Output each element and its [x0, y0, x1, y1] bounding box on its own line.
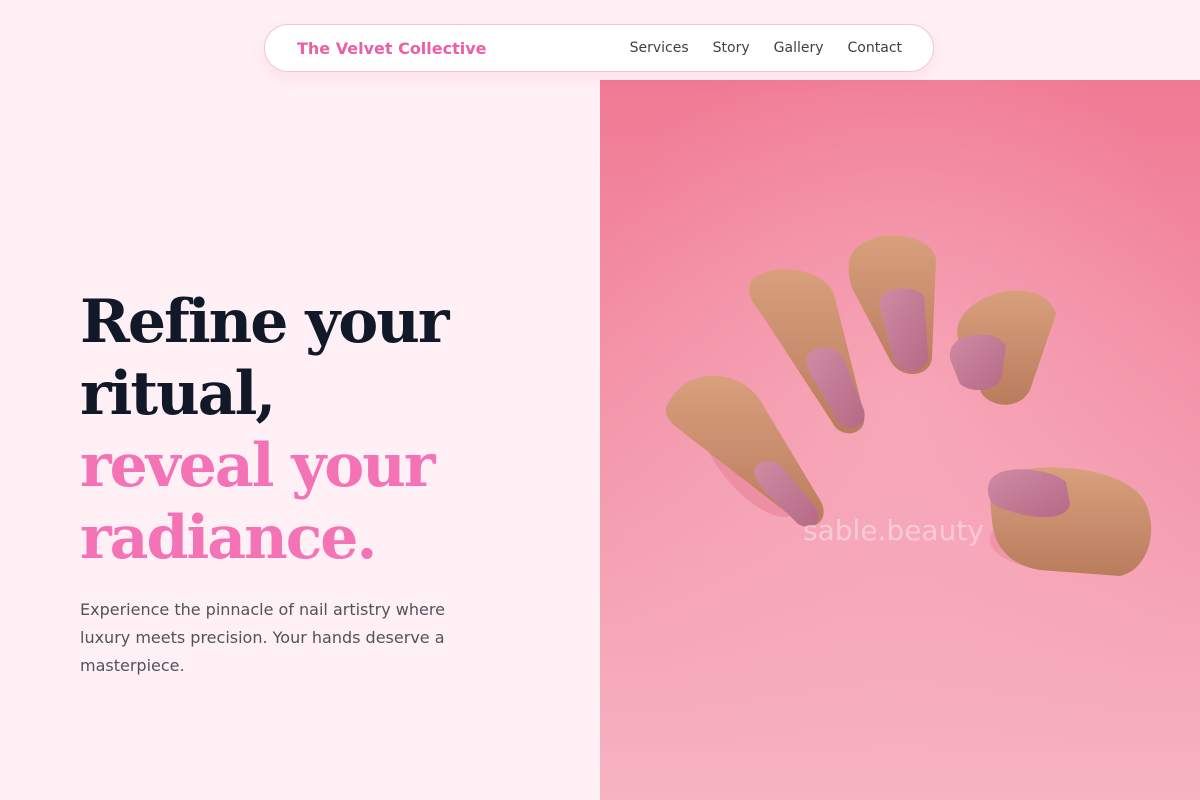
- brand-logo-link[interactable]: The Velvet Collective: [297, 39, 487, 58]
- image-watermark: sable.beauty: [803, 514, 984, 547]
- hero-headline: Refine your ritual, reveal your radiance…: [80, 286, 540, 574]
- nav-link-services[interactable]: Services: [630, 40, 689, 56]
- top-navbar: The Velvet Collective Services Story Gal…: [264, 24, 934, 72]
- nav-link-gallery[interactable]: Gallery: [774, 40, 824, 56]
- headline-line-3: reveal your: [80, 431, 436, 501]
- headline-line-1: Refine your: [80, 287, 449, 357]
- nav-link-contact[interactable]: Contact: [848, 40, 902, 56]
- headline-line-2: ritual,: [80, 359, 276, 429]
- hand-illustration: [600, 80, 1200, 800]
- nav-link-story[interactable]: Story: [713, 40, 750, 56]
- hero-subtitle: Experience the pinnacle of nail artistry…: [80, 600, 445, 675]
- hero-image-manicured-hand: sable.beauty: [600, 80, 1200, 800]
- headline-line-4: radiance.: [80, 503, 377, 573]
- landing-page: The Velvet Collective Services Story Gal…: [0, 0, 1200, 800]
- nav-links: Services Story Gallery Contact: [630, 40, 902, 56]
- hero-text: Refine your ritual, reveal your radiance…: [80, 286, 540, 574]
